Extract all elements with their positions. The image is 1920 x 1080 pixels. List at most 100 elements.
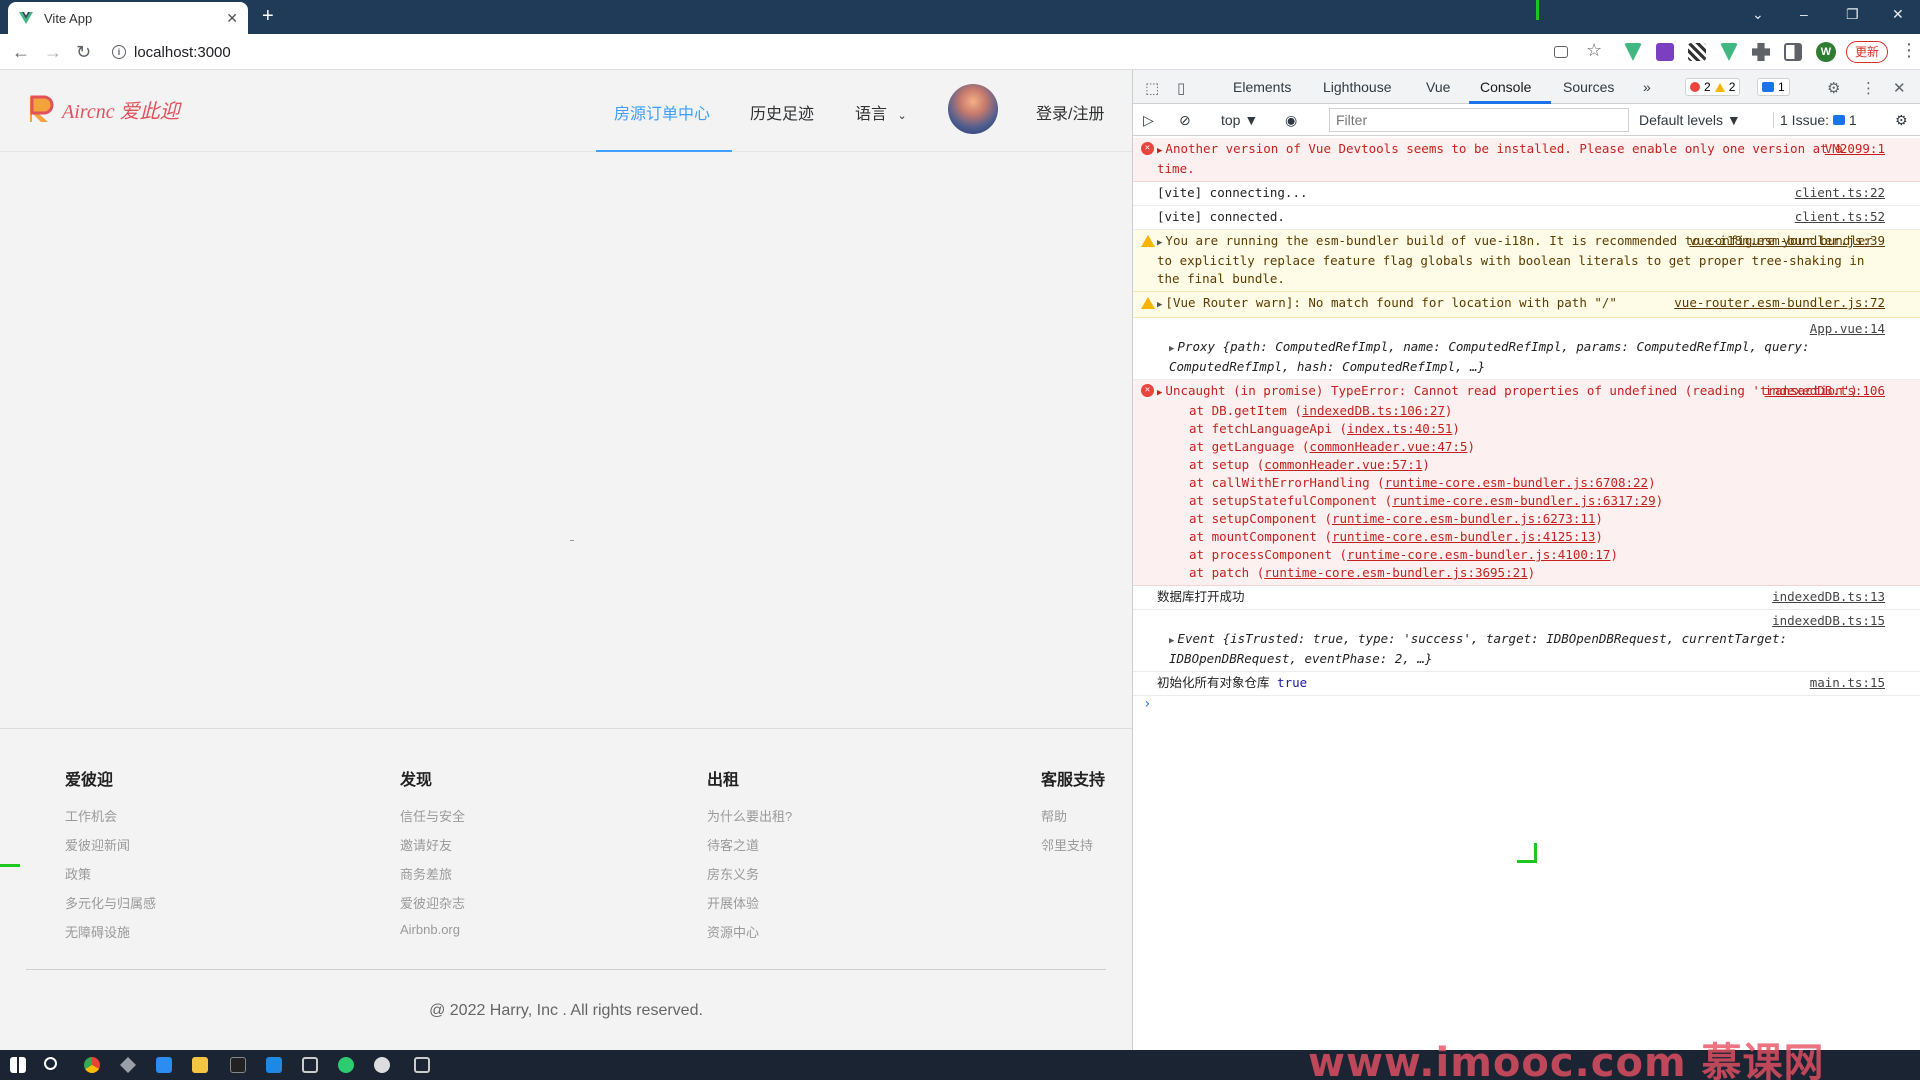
footer-link[interactable]: 爱彼迎杂志 <box>400 893 465 922</box>
footer-link[interactable]: 开展体验 <box>707 893 792 922</box>
footer-link[interactable]: 帮助 <box>1041 806 1105 835</box>
search-icon[interactable] <box>44 1057 57 1070</box>
tab-vue[interactable]: Vue <box>1426 79 1450 95</box>
site-logo[interactable]: Aircnc 爱此迎 <box>26 94 180 124</box>
console-log-row[interactable]: App.vue:14 ▶ Proxy {path: ComputedRefImpl… <box>1133 318 1920 380</box>
clear-console-icon[interactable]: ⊘ <box>1179 112 1191 129</box>
stack-link[interactable]: indexedDB.ts:106:27 <box>1302 403 1445 418</box>
chrome-icon[interactable] <box>84 1057 100 1073</box>
source-link[interactable]: indexedDB.ts:13 <box>1772 588 1885 606</box>
forward-button[interactable]: → <box>44 42 62 63</box>
footer-link[interactable]: 多元化与归属感 <box>65 893 156 922</box>
stack-link[interactable]: commonHeader.vue:57:1 <box>1264 457 1422 472</box>
restore-button[interactable]: ❐ <box>1846 6 1859 23</box>
footer-link[interactable]: 邀请好友 <box>400 835 465 864</box>
console-prompt[interactable]: › <box>1133 696 1920 716</box>
footer-link[interactable]: 邻里支持 <box>1041 835 1105 864</box>
qr-code-icon[interactable] <box>1688 43 1706 61</box>
extension-purple-icon[interactable] <box>1656 43 1674 61</box>
issues-button[interactable]: 1 Issue: 1 <box>1773 112 1863 128</box>
tab-close-icon[interactable]: ✕ <box>226 10 238 27</box>
windows-start-icon[interactable] <box>10 1057 26 1073</box>
terminal-icon[interactable] <box>230 1057 246 1073</box>
expand-caret-icon[interactable]: ▶ <box>1169 636 1174 646</box>
source-link[interactable]: client.ts:22 <box>1795 184 1885 202</box>
footer-link[interactable]: 待客之道 <box>707 835 792 864</box>
console-log-row[interactable]: 初始化所有对象仓库 true main.ts:15 <box>1133 672 1920 696</box>
console-settings-icon[interactable]: ⚙ <box>1895 112 1908 129</box>
tab-lighthouse[interactable]: Lighthouse <box>1323 79 1392 95</box>
settings-gear-icon[interactable]: ⚙ <box>1827 79 1840 97</box>
source-link[interactable]: vue-i18n.esm-bundler.js:39 <box>1689 232 1885 250</box>
footer-link[interactable]: 信任与安全 <box>400 806 465 835</box>
new-tab-button[interactable]: + <box>262 5 274 28</box>
side-panel-icon[interactable] <box>1784 43 1802 61</box>
source-link[interactable]: App.vue:14 <box>1810 320 1885 338</box>
footer-link[interactable]: 为什么要出租? <box>707 806 792 835</box>
stack-link[interactable]: runtime-core.esm-bundler.js:6708:22 <box>1385 475 1648 490</box>
vscode-icon[interactable] <box>156 1057 172 1073</box>
vue-devtools-ext-icon[interactable] <box>1624 43 1642 61</box>
user-avatar[interactable] <box>948 84 998 134</box>
footer-link[interactable]: 工作机会 <box>65 806 156 835</box>
stack-link[interactable]: runtime-core.esm-bundler.js:6273:11 <box>1332 511 1595 526</box>
profile-avatar[interactable]: W <box>1816 42 1836 62</box>
footer-link[interactable]: 爱彼迎新闻 <box>65 835 156 864</box>
bookmark-star-icon[interactable]: ☆ <box>1586 40 1602 61</box>
messages-counter[interactable]: 1 <box>1757 78 1790 96</box>
footer-link[interactable]: 资源中心 <box>707 922 792 951</box>
devtools-menu-icon[interactable]: ⋮ <box>1861 79 1876 97</box>
browser-menu-icon[interactable]: ⋮ <box>1900 40 1918 61</box>
file-explorer-icon[interactable] <box>192 1057 208 1073</box>
stack-link[interactable]: runtime-core.esm-bundler.js:4125:13 <box>1332 529 1595 544</box>
tab-elements[interactable]: Elements <box>1233 79 1291 95</box>
context-selector[interactable]: top ▼ <box>1221 112 1258 128</box>
footer-link[interactable]: Airbnb.org <box>400 922 465 951</box>
git-icon[interactable] <box>120 1057 136 1073</box>
vue-ext-icon[interactable] <box>1720 43 1738 61</box>
console-warning-row[interactable]: ▶ You are running the esm-bundler build o… <box>1133 230 1920 292</box>
screen-capture-icon[interactable] <box>266 1057 282 1073</box>
tab-search-icon[interactable]: ⌄ <box>1752 6 1764 23</box>
device-toolbar-icon[interactable]: ▯ <box>1177 79 1185 97</box>
source-link[interactable]: client.ts:52 <box>1795 208 1885 226</box>
log-levels-dropdown[interactable]: Default levels ▼ <box>1639 112 1741 128</box>
update-button[interactable]: 更新 <box>1846 41 1889 63</box>
source-link[interactable]: vue-router.esm-bundler.js:72 <box>1674 294 1885 312</box>
expand-caret-icon[interactable]: ▶ <box>1169 344 1174 354</box>
url-text[interactable]: localhost:3000 <box>134 44 231 61</box>
stack-link[interactable]: runtime-core.esm-bundler.js:4100:17 <box>1347 547 1610 562</box>
console-log-row[interactable]: [vite] connecting... client.ts:22 <box>1133 182 1920 206</box>
console-error-row[interactable]: ✕ ▶ Uncaught (in promise) TypeError: Cann… <box>1133 380 1920 586</box>
source-link[interactable]: main.ts:15 <box>1810 674 1885 692</box>
nav-login[interactable]: 登录/注册 <box>1036 100 1104 124</box>
app-icon[interactable] <box>302 1057 318 1073</box>
nav-orders[interactable]: 房源订单中心 <box>614 100 710 124</box>
extensions-puzzle-icon[interactable] <box>1752 43 1770 61</box>
nav-history[interactable]: 历史足迹 <box>750 100 814 124</box>
source-link[interactable]: indexedDB.ts:15 <box>1772 612 1885 630</box>
inspect-element-icon[interactable]: ⬚ <box>1145 79 1159 97</box>
tab-console[interactable]: Console <box>1480 79 1531 95</box>
minimize-button[interactable]: – <box>1800 6 1808 22</box>
console-log-row[interactable]: indexedDB.ts:15 ▶ Event {isTrusted: true,… <box>1133 610 1920 672</box>
expand-caret-icon[interactable]: ▶ <box>1157 146 1162 156</box>
console-warning-row[interactable]: ▶ [Vue Router warn]: No match found for l… <box>1133 292 1920 318</box>
omnibox[interactable]: i localhost:3000 <box>112 39 1532 65</box>
live-expression-eye-icon[interactable]: ◉ <box>1285 112 1297 129</box>
browser-tab[interactable]: Vite App ✕ <box>8 2 248 34</box>
console-log-row[interactable]: 数据库打开成功 indexedDB.ts:13 <box>1133 586 1920 610</box>
console-log-row[interactable]: [vite] connected. client.ts:52 <box>1133 206 1920 230</box>
devtools-close-icon[interactable]: ✕ <box>1893 79 1906 97</box>
stack-link[interactable]: index.ts:40:51 <box>1347 421 1452 436</box>
expand-caret-icon[interactable]: ▶ <box>1157 238 1162 248</box>
sidebar-toggle-icon[interactable]: ▷ <box>1143 112 1154 129</box>
source-link[interactable]: VM2099:1 <box>1825 140 1885 158</box>
tab-sources[interactable]: Sources <box>1563 79 1614 95</box>
share-icon[interactable] <box>1554 46 1568 58</box>
stack-link[interactable]: runtime-core.esm-bundler.js:6317:29 <box>1392 493 1655 508</box>
site-info-icon[interactable]: i <box>112 45 126 59</box>
console-filter-input[interactable] <box>1329 108 1629 132</box>
stack-link[interactable]: commonHeader.vue:47:5 <box>1309 439 1467 454</box>
expand-caret-icon[interactable]: ▶ <box>1157 300 1162 310</box>
